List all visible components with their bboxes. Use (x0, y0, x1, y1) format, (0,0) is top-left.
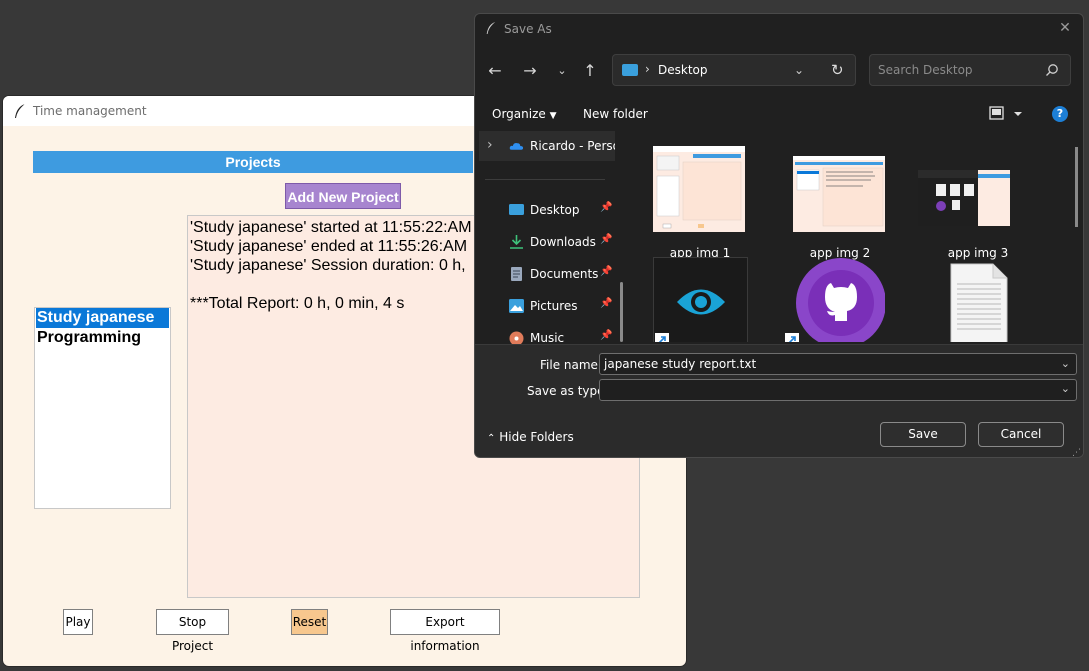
file-list: app img 1 app img 2 app img 3 (635, 132, 1075, 342)
chevron-down-icon[interactable]: ⌄ (1061, 382, 1070, 395)
file-item[interactable] (645, 257, 755, 342)
save-as-dialog: Save As ✕ ← → ⌄ ↑ › Desktop ⌄ ↻ Search D… (474, 13, 1084, 458)
play-button[interactable]: Play (63, 609, 93, 635)
chevron-down-icon[interactable]: ⌄ (794, 63, 804, 77)
back-arrow-icon[interactable]: ← (483, 59, 507, 83)
close-icon[interactable]: ✕ (1055, 18, 1075, 38)
sidebar-item-downloads[interactable]: Downloads 📌 (475, 227, 625, 257)
breadcrumb-separator-icon: › (645, 62, 650, 76)
document-icon (511, 267, 522, 281)
eye-app-shortcut-icon (653, 257, 748, 342)
save-button[interactable]: Save (880, 422, 966, 447)
address-location[interactable]: Desktop (658, 63, 708, 77)
sidebar-item-label: Downloads (530, 235, 596, 249)
sidebar-item-label: Desktop (530, 203, 580, 217)
onedrive-cloud-icon (509, 143, 524, 150)
chevron-up-icon: ⌃ (487, 433, 496, 444)
new-folder-button[interactable]: New folder (583, 107, 648, 121)
help-icon[interactable]: ? (1052, 106, 1068, 122)
refresh-icon[interactable]: ↻ (831, 61, 844, 79)
save-as-type-select[interactable]: ⌄ (599, 379, 1077, 401)
file-item[interactable]: app img 2 (785, 142, 895, 260)
window-title: Time management (33, 104, 147, 118)
pin-icon: 📌 (600, 266, 613, 277)
dialog-title: Save As (504, 22, 552, 36)
github-shortcut-icon (785, 258, 885, 342)
image-thumbnail (653, 146, 745, 232)
export-information-button[interactable]: Export information (390, 609, 500, 653)
download-icon (510, 235, 523, 249)
cancel-button[interactable]: Cancel (978, 422, 1064, 447)
project-item-programming[interactable]: Programming (36, 328, 169, 348)
image-thumbnail (793, 156, 885, 232)
hide-folders-label: Hide Folders (499, 430, 574, 444)
desktop-icon (509, 204, 524, 215)
view-options-icon[interactable] (988, 105, 1028, 123)
divider (485, 179, 605, 180)
save-as-type-label: Save as type: (527, 384, 609, 398)
sidebar-item-label: Ricardo - Personal (530, 139, 615, 153)
sidebar-item-documents[interactable]: Documents 📌 (475, 259, 625, 289)
resize-grip-icon[interactable]: ⋰ (1072, 448, 1081, 457)
recent-locations-chevron-icon[interactable]: ⌄ (550, 59, 574, 83)
sidebar-item-pictures[interactable]: Pictures 📌 (475, 291, 625, 321)
chevron-down-icon[interactable]: ⌄ (1061, 354, 1070, 374)
search-icon (1046, 64, 1058, 76)
sidebar-scrollbar[interactable] (620, 282, 623, 342)
add-new-project-button[interactable]: Add New Project (285, 183, 401, 209)
sidebar-item-desktop[interactable]: Desktop 📌 (475, 195, 625, 225)
sidebar-item-label: Documents (530, 267, 599, 281)
projects-header: Projects (33, 151, 473, 173)
picture-icon (509, 299, 524, 313)
image-thumbnail (918, 170, 1010, 226)
file-name-input[interactable]: japanese study report.txt ⌄ (599, 353, 1077, 375)
file-name-value: japanese study report.txt (604, 357, 757, 371)
chevron-down-icon: ▼ (549, 111, 557, 121)
file-list-scrollbar[interactable] (1075, 147, 1078, 227)
text-file-icon (950, 263, 1008, 342)
feather-icon (486, 22, 496, 34)
search-box[interactable]: Search Desktop (869, 54, 1071, 86)
desktop-icon (622, 64, 638, 76)
chevron-right-icon[interactable]: › (487, 137, 493, 153)
file-item[interactable]: app img 1 (645, 142, 755, 260)
navigation-pane: › Ricardo - Personal Desktop 📌 Downloads… (475, 129, 633, 345)
pin-icon: 📌 (600, 202, 613, 213)
file-item[interactable]: app img 3 (918, 142, 1033, 260)
sidebar-item-onedrive[interactable]: › Ricardo - Personal (479, 131, 615, 161)
sidebar-item-label: Music (530, 331, 565, 345)
search-placeholder: Search Desktop (878, 63, 973, 77)
pin-icon: 📌 (600, 298, 613, 309)
file-item[interactable] (785, 257, 895, 342)
hide-folders-toggle[interactable]: ⌃ Hide Folders (487, 430, 574, 444)
feather-icon (15, 103, 26, 118)
pin-icon: 📌 (600, 234, 613, 245)
projects-listbox[interactable]: Study japanese Programming (34, 307, 171, 509)
project-item-study-japanese[interactable]: Study japanese (36, 308, 169, 328)
music-icon (509, 331, 524, 345)
sidebar-item-label: Pictures (530, 299, 578, 313)
organize-label: Organize (492, 107, 546, 121)
file-name-label: File name: (540, 358, 602, 372)
up-arrow-icon[interactable]: ↑ (578, 59, 602, 83)
forward-arrow-icon[interactable]: → (518, 59, 542, 83)
reset-button[interactable]: Reset (291, 609, 328, 635)
save-options-panel: File name: japanese study report.txt ⌄ S… (475, 344, 1083, 457)
pin-icon: 📌 (600, 330, 613, 341)
address-bar[interactable]: › Desktop ⌄ ↻ (612, 54, 856, 86)
file-item[interactable] (923, 257, 1033, 342)
organize-menu[interactable]: Organize ▼ (492, 107, 557, 121)
dialog-title-bar: Save As ✕ (475, 14, 1083, 44)
stop-project-button[interactable]: Stop Project (156, 609, 229, 653)
